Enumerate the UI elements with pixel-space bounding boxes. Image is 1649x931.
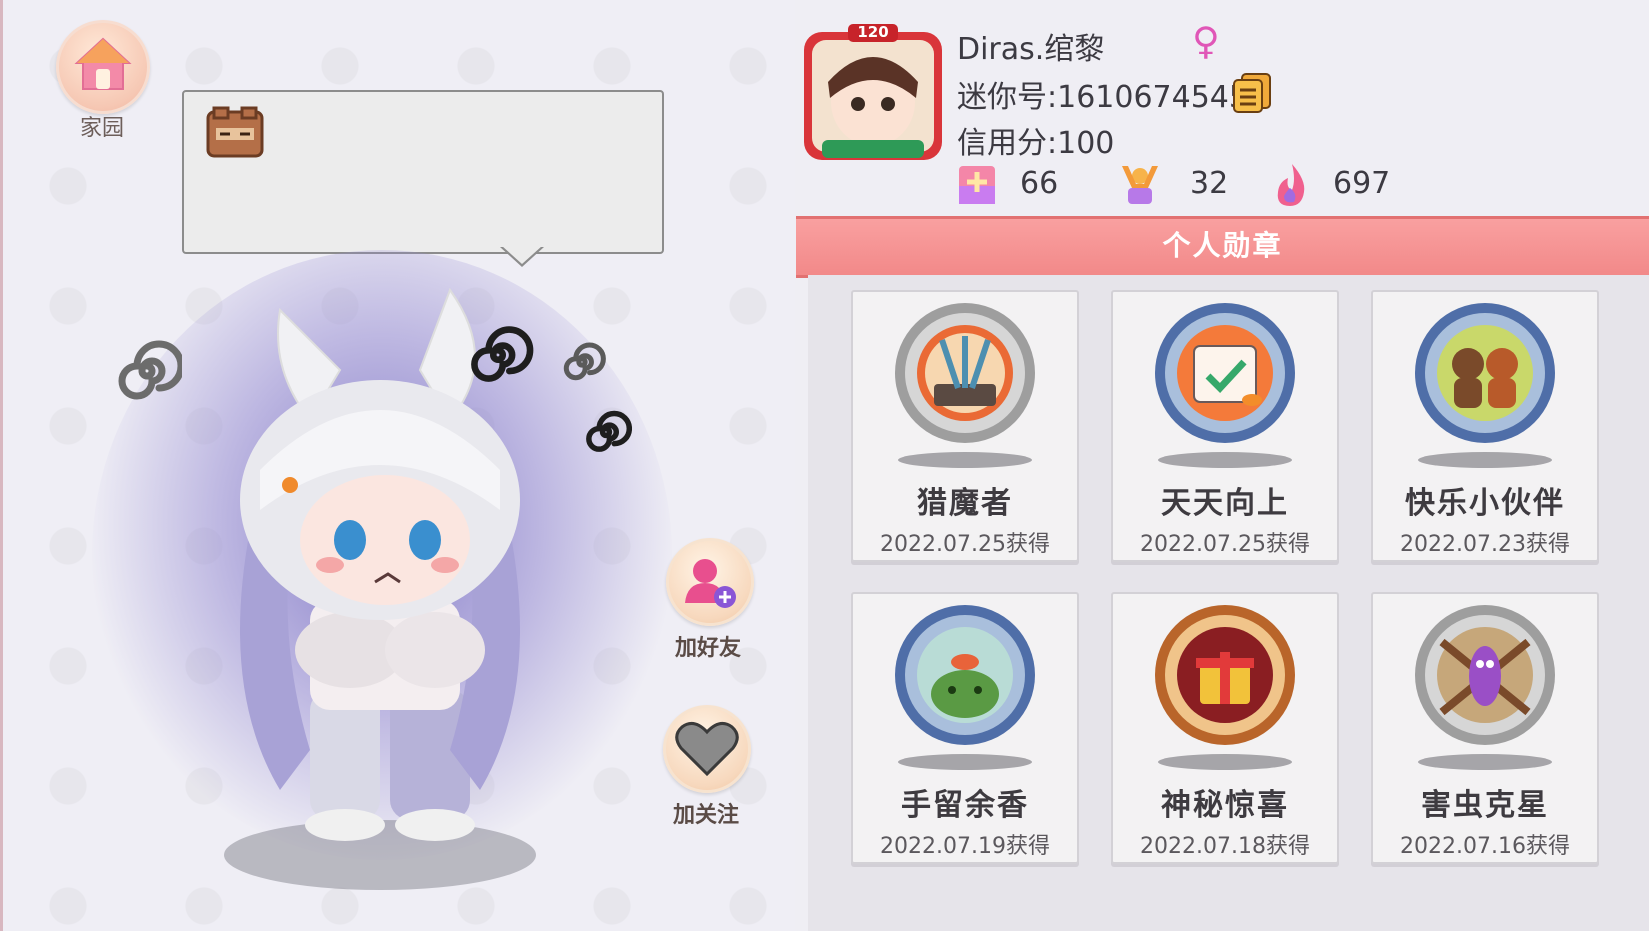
follow-button[interactable]: [663, 705, 751, 793]
left-edge-border: [0, 0, 3, 931]
cheer-person-icon: [1122, 166, 1158, 204]
swirl-icon: [586, 410, 632, 452]
swirl-icon: [471, 326, 534, 382]
medals-header: 个人勋章: [796, 216, 1649, 278]
medal-card[interactable]: 猎魔者 2022.07.25获得: [851, 290, 1079, 562]
heart-icon: [675, 721, 739, 777]
gift-medal-icon: [1155, 605, 1295, 745]
user-name: Diras.绾黎: [957, 32, 1105, 67]
medal-date: 2022.07.18获得: [1140, 834, 1310, 859]
swords-medal-icon: [895, 303, 1035, 443]
follow-label: 加关注: [672, 803, 739, 828]
medals-title: 个人勋章: [1162, 229, 1283, 262]
add-friend-label: 加好友: [674, 636, 741, 661]
medal-name: 害虫克星: [1421, 788, 1549, 823]
bug-medal-icon: [1415, 605, 1555, 745]
stat-value-likes: 66: [1020, 166, 1059, 201]
friends-medal-icon: [1415, 303, 1555, 443]
flame-icon: [1277, 164, 1305, 206]
female-gender-icon: ♀: [1192, 19, 1220, 63]
plus-card-icon: [959, 166, 995, 204]
swirl-icon: [563, 342, 606, 381]
stat-value-heat: 697: [1333, 166, 1391, 201]
avatar-frame-icon: [804, 24, 942, 160]
home-label: 家园: [79, 116, 124, 141]
medal-date: 2022.07.19获得: [880, 834, 1050, 859]
medal-card[interactable]: 手留余香 2022.07.19获得: [851, 592, 1079, 864]
medal-card[interactable]: 天天向上 2022.07.25获得: [1111, 290, 1339, 562]
medal-name: 猎魔者: [917, 486, 1013, 521]
home-button[interactable]: [56, 20, 150, 114]
medal-card[interactable]: 神秘惊喜 2022.07.18获得: [1111, 592, 1339, 864]
medal-card[interactable]: 害虫克星 2022.07.16获得: [1371, 592, 1599, 864]
medal-name: 神秘惊喜: [1161, 788, 1289, 823]
medal-name: 快乐小伙伴: [1405, 486, 1565, 521]
medal-card[interactable]: 快乐小伙伴 2022.07.23获得: [1371, 290, 1599, 562]
credit-score: 信用分:100: [957, 126, 1115, 161]
stat-value-fans: 32: [1190, 166, 1229, 201]
medal-name: 手留余香: [901, 788, 1029, 823]
profile-avatar[interactable]: 120: [798, 22, 948, 168]
copy-icon[interactable]: [1232, 72, 1272, 114]
mini-id: 迷你号:1610674545: [957, 80, 1248, 115]
medal-date: 2022.07.25获得: [880, 532, 1050, 557]
medal-date: 2022.07.23获得: [1400, 532, 1570, 557]
calendar-medal-icon: [1155, 303, 1295, 443]
medal-date: 2022.07.25获得: [1140, 532, 1310, 557]
house-icon: [74, 37, 132, 90]
add-friend-button[interactable]: [666, 538, 754, 626]
medal-date: 2022.07.16获得: [1400, 834, 1570, 859]
block-face-icon: [206, 106, 264, 158]
level-badge: 120: [857, 23, 889, 41]
add-friend-icon: [685, 559, 736, 608]
swirl-icon: [118, 340, 182, 400]
medal-name: 天天向上: [1161, 486, 1289, 521]
frog-medal-icon: [895, 605, 1035, 745]
